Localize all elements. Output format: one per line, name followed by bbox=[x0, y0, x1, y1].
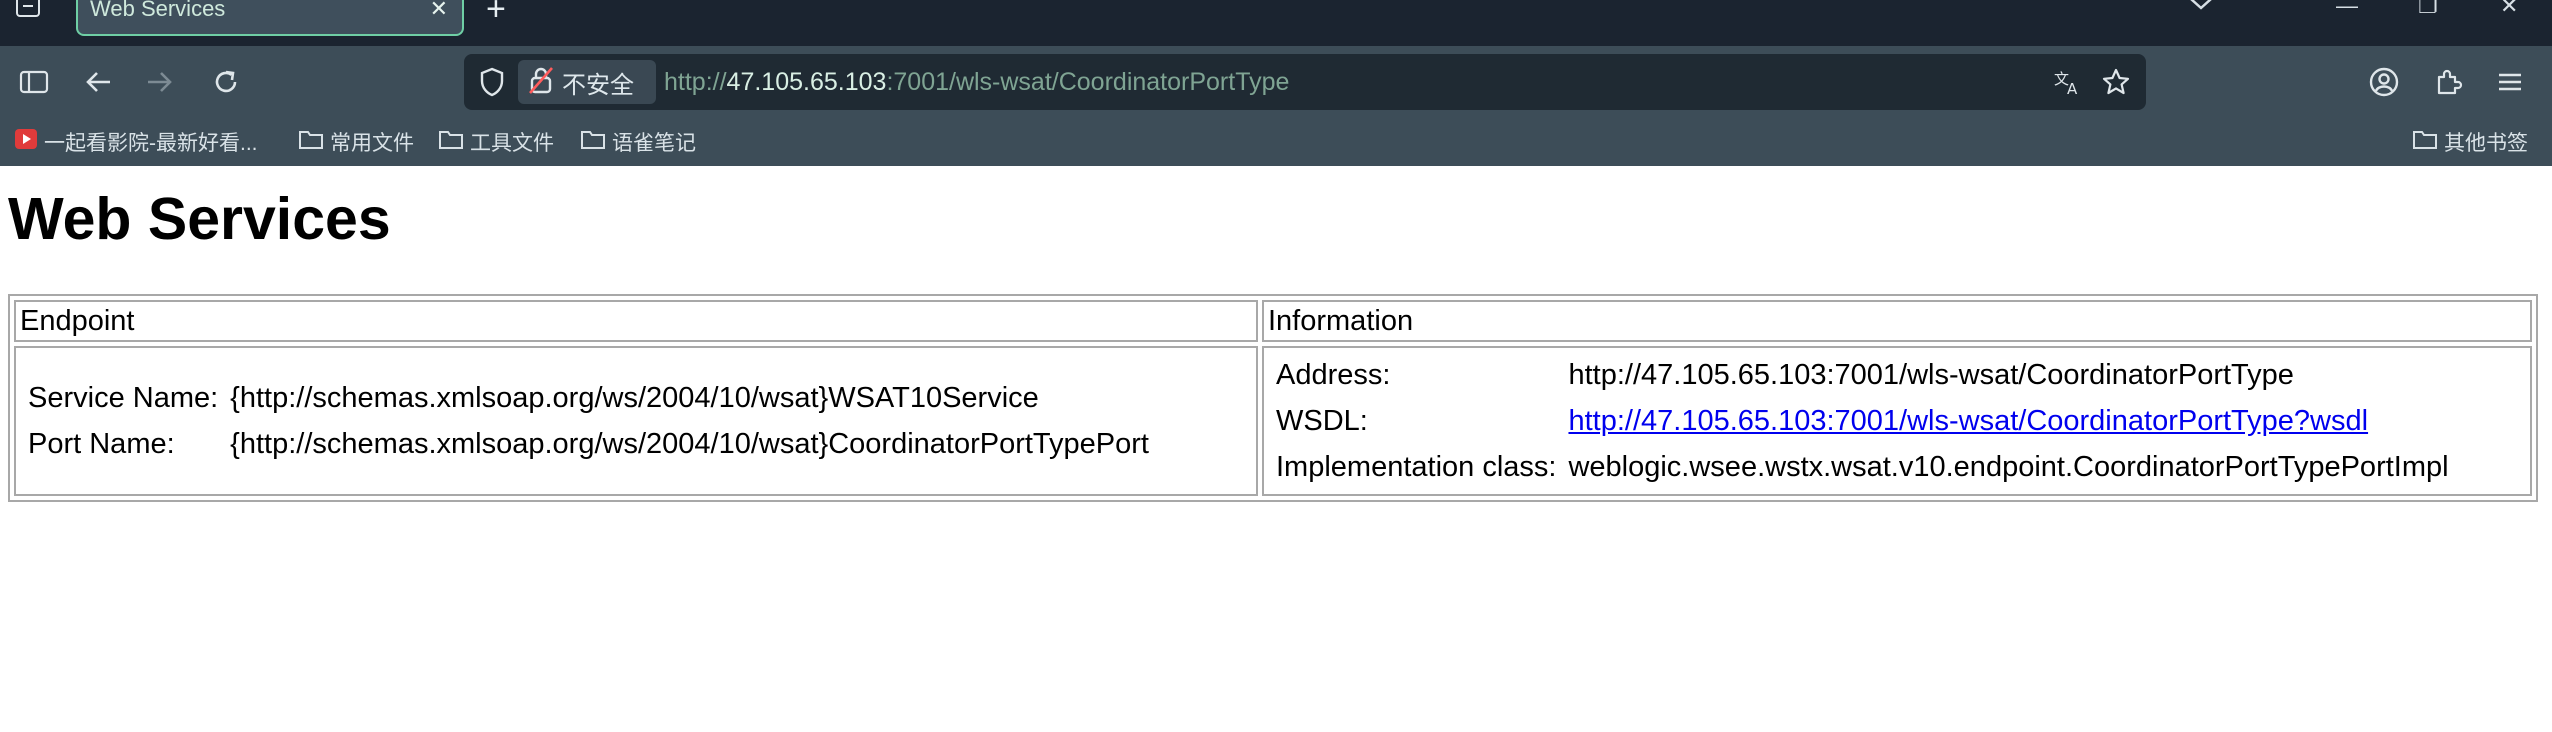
folder-icon bbox=[2412, 128, 2438, 156]
header-endpoint: Endpoint bbox=[14, 300, 1258, 342]
information-cell: Address: http://47.105.65.103:7001/wls-w… bbox=[1262, 346, 2532, 496]
address-key: Address: bbox=[1276, 359, 1391, 391]
bookmark-label: 常用文件 bbox=[330, 132, 414, 155]
table-row: Service Name: {http://schemas.xmlsoap.or… bbox=[14, 346, 2532, 496]
folder-icon bbox=[438, 128, 464, 156]
wsdl-row: WSDL: http://47.105.65.103:7001/wls-wsat… bbox=[1272, 400, 2453, 442]
bookmark-label: 语雀笔记 bbox=[612, 132, 696, 155]
header-information: Information bbox=[1262, 300, 2532, 342]
service-name-value: {http://schemas.xmlsoap.org/ws/2004/10/w… bbox=[230, 382, 1039, 414]
url-path: :7001/wls-wsat/CoordinatorPortType bbox=[886, 68, 1290, 96]
port-name-key: Port Name: bbox=[28, 428, 175, 460]
url-text[interactable]: http://47.105.65.103:7001/wls-wsat/Coord… bbox=[664, 66, 1289, 98]
sidebar-toggle-icon[interactable] bbox=[16, 64, 52, 100]
new-tab-icon[interactable]: + bbox=[486, 0, 506, 26]
implementation-class-key: Implementation class: bbox=[1276, 451, 1557, 483]
other-bookmarks-label: 其他书签 bbox=[2444, 132, 2528, 155]
translate-icon[interactable]: 文A bbox=[2050, 64, 2086, 100]
wsdl-link[interactable]: http://47.105.65.103:7001/wls-wsat/Coord… bbox=[1568, 405, 2368, 437]
bookmark-folder-tool-files[interactable]: 工具文件 bbox=[438, 126, 554, 158]
address-bar[interactable]: 不安全 http://47.105.65.103:7001/wls-wsat/C… bbox=[464, 54, 2146, 110]
tab-close-icon[interactable]: ✕ bbox=[430, 0, 448, 20]
bookmark-label: 工具文件 bbox=[470, 132, 554, 155]
tracking-protection-shield-icon[interactable] bbox=[474, 64, 510, 100]
account-icon[interactable] bbox=[2366, 64, 2402, 100]
implementation-class-row: Implementation class: weblogic.wsee.wstx… bbox=[1272, 446, 2453, 488]
bookmarks-toolbar: 一起看影院-最新好看... 常用文件 工具文件 语雀笔记 其他书签 bbox=[0, 118, 2552, 166]
address-row: Address: http://47.105.65.103:7001/wls-w… bbox=[1272, 354, 2453, 396]
bookmark-label: 一起看影院-最新好看... bbox=[44, 132, 258, 155]
minimize-icon[interactable]: — bbox=[2336, 0, 2358, 17]
forward-arrow-icon[interactable] bbox=[142, 64, 178, 100]
video-play-icon bbox=[14, 127, 38, 157]
url-host: 47.105.65.103 bbox=[726, 68, 887, 96]
information-details: Address: http://47.105.65.103:7001/wls-w… bbox=[1268, 350, 2457, 492]
insecure-label: 不安全 bbox=[562, 71, 634, 99]
tab-strip: Web Services ✕ + — ❐ ✕ bbox=[0, 0, 2552, 46]
back-arrow-icon[interactable] bbox=[80, 64, 116, 100]
svg-text:A: A bbox=[2067, 80, 2078, 96]
insecure-lock-icon bbox=[528, 65, 554, 100]
address-value: http://47.105.65.103:7001/wls-wsat/Coord… bbox=[1568, 359, 2294, 391]
extensions-puzzle-icon[interactable] bbox=[2430, 64, 2466, 100]
implementation-class-value: weblogic.wsee.wstx.wsat.v10.endpoint.Coo… bbox=[1568, 451, 2449, 483]
wsdl-cell: http://47.105.65.103:7001/wls-wsat/Coord… bbox=[1564, 400, 2452, 442]
tab-list-icon[interactable] bbox=[12, 0, 44, 20]
reload-icon[interactable] bbox=[208, 64, 244, 100]
folder-icon bbox=[298, 128, 324, 156]
connection-insecure-indicator[interactable]: 不安全 bbox=[518, 60, 656, 104]
other-bookmarks-folder[interactable]: 其他书签 bbox=[2412, 126, 2528, 158]
url-scheme: http:// bbox=[664, 68, 727, 96]
web-services-table: Endpoint Information Service Name: {http… bbox=[8, 294, 2538, 502]
navigation-toolbar: 不安全 http://47.105.65.103:7001/wls-wsat/C… bbox=[0, 46, 2552, 118]
bookmark-folder-yuque-notes[interactable]: 语雀笔记 bbox=[580, 126, 696, 158]
close-window-icon[interactable]: ✕ bbox=[2500, 0, 2518, 17]
service-name-key: Service Name: bbox=[28, 382, 219, 414]
tab-title: Web Services bbox=[90, 0, 226, 21]
service-name-row: Service Name: {http://schemas.xmlsoap.or… bbox=[24, 377, 1153, 419]
endpoint-details: Service Name: {http://schemas.xmlsoap.or… bbox=[20, 373, 1157, 469]
folder-icon bbox=[580, 128, 606, 156]
bookmark-item-movie-site[interactable]: 一起看影院-最新好看... bbox=[14, 126, 258, 158]
bookmark-star-icon[interactable] bbox=[2098, 64, 2134, 100]
table-header-row: Endpoint Information bbox=[14, 300, 2532, 342]
wsdl-key: WSDL: bbox=[1276, 405, 1368, 437]
endpoint-cell: Service Name: {http://schemas.xmlsoap.or… bbox=[14, 346, 1258, 496]
app-menu-icon[interactable] bbox=[2492, 64, 2528, 100]
maximize-icon[interactable]: ❐ bbox=[2418, 0, 2438, 17]
page-title: Web Services bbox=[8, 186, 391, 252]
tab-overflow-chevron-icon[interactable] bbox=[2188, 0, 2214, 16]
port-name-row: Port Name: {http://schemas.xmlsoap.org/w… bbox=[24, 423, 1153, 465]
tab-web-services[interactable]: Web Services ✕ bbox=[76, 0, 464, 36]
port-name-value: {http://schemas.xmlsoap.org/ws/2004/10/w… bbox=[230, 428, 1149, 460]
page-content: Web Services Endpoint Information Servic… bbox=[0, 166, 2552, 732]
bookmark-folder-common-files[interactable]: 常用文件 bbox=[298, 126, 414, 158]
